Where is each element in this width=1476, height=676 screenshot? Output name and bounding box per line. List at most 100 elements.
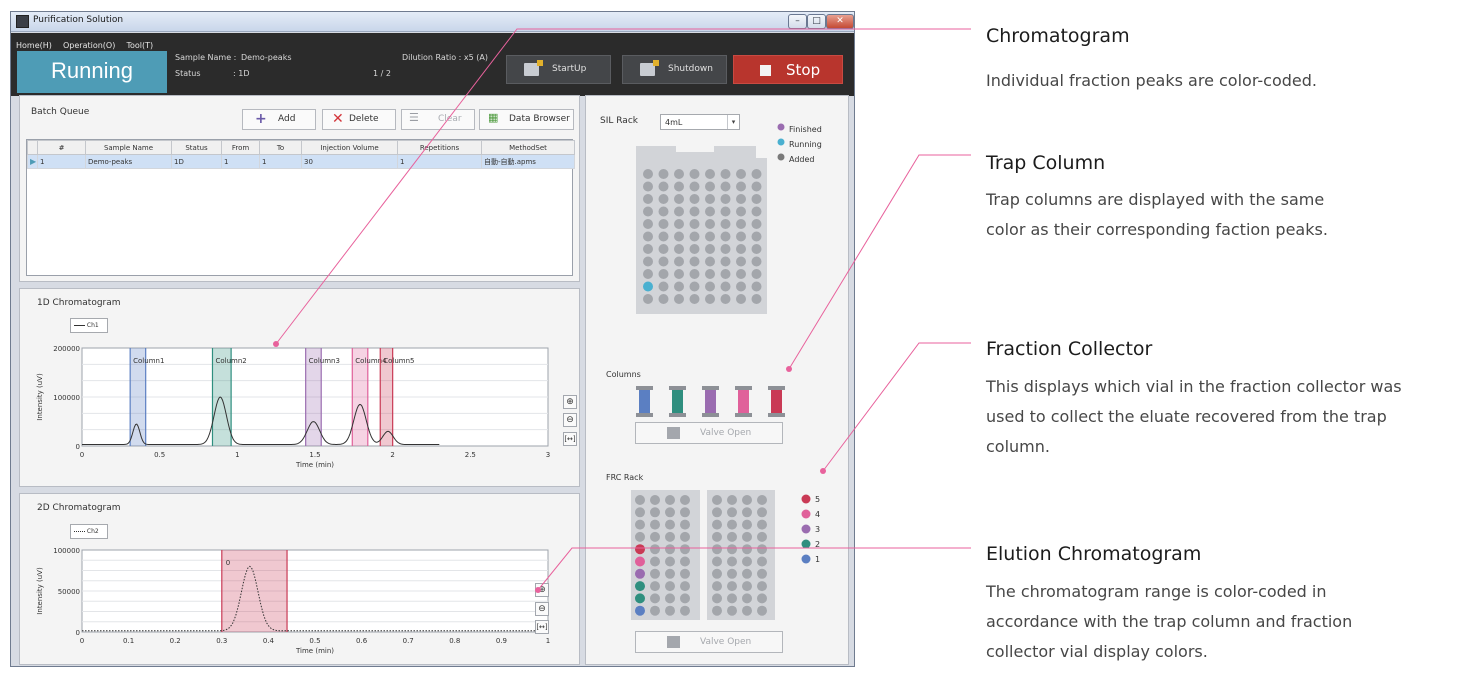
- y-tick-label: 200000: [53, 345, 80, 353]
- frc-vial: [712, 605, 722, 616]
- x-tick-label: 2: [390, 451, 394, 459]
- chromatogram-2d-panel: 2D Chromatogram Ch2 0 0 0.1 0.2 0.3 0.4 0.5 0.6…: [19, 493, 580, 665]
- menu-bar: Home(H) Operation(O) Tool(T): [11, 33, 854, 51]
- vial: [736, 256, 746, 267]
- batch-queue-title: Batch Queue: [31, 107, 90, 117]
- progress-count: 1 / 2: [373, 69, 391, 78]
- vial: [658, 169, 669, 179]
- valve-icon: [667, 636, 680, 648]
- col-header-repetitions[interactable]: Repetitions: [397, 140, 482, 155]
- frc-vial: [665, 568, 675, 579]
- x-tick-label: 1.5: [309, 451, 320, 459]
- frc-vial: [727, 581, 737, 592]
- frc-vial: [665, 519, 675, 530]
- col-header-injection-volume[interactable]: Injection Volume: [301, 140, 398, 155]
- chromatogram-2d-chart[interactable]: 00 0.1 0.2 0.3 0.4 0.5 0.6 0.7 0.8 0.9 10500001000…: [20, 494, 579, 664]
- frc-valve-open-button[interactable]: Valve Open: [635, 631, 783, 653]
- trap-column-base: [636, 413, 653, 417]
- batch-queue-table[interactable]: # Sample Name Status From To Injection V…: [26, 139, 575, 276]
- chromatogram-1d-chart[interactable]: Column1 Column2 Column3 Column4Column50 0.5 1…: [20, 289, 579, 486]
- frc-legend-dot-icon: [801, 554, 811, 564]
- annotation-line: accordance with the trap column and frac…: [986, 612, 1353, 631]
- col-header-status[interactable]: Status: [171, 140, 222, 155]
- clear-button[interactable]: ☰ Clear: [401, 109, 475, 130]
- annotation-title-elution: Elution Chromatogram: [986, 543, 1202, 565]
- trap-column-cap: [669, 386, 686, 390]
- col-header-from[interactable]: From: [221, 140, 260, 155]
- vial: [751, 294, 762, 304]
- x-tick-label: 0: [80, 637, 84, 645]
- vial: [658, 244, 669, 254]
- trap-column-base: [669, 413, 686, 417]
- rack-graphics: Finished Running Added Columns FRC Rack …: [606, 123, 822, 620]
- frc-vial: [650, 568, 660, 579]
- x-tick-label: 0.5: [309, 637, 320, 645]
- frc-vial: [680, 507, 690, 518]
- frc-vial: [727, 519, 737, 530]
- frc-vial: [665, 593, 675, 604]
- frc-vial: [665, 581, 675, 592]
- add-button[interactable]: + Add: [242, 109, 316, 130]
- frc-vial: [757, 581, 767, 592]
- columns-valve-open-label: Valve Open: [700, 428, 752, 438]
- stop-button[interactable]: Stop: [733, 55, 843, 84]
- frc-vial: [650, 531, 660, 542]
- minimize-button[interactable]: –: [788, 14, 807, 29]
- zoom-out-icon[interactable]: ⊖: [535, 602, 549, 616]
- frc-vial: [680, 531, 690, 542]
- y-axis-label: Intensity (uV): [36, 567, 44, 615]
- annotation-title-chromatogram: Chromatogram: [986, 25, 1130, 47]
- col-header-methodset[interactable]: MethodSet: [481, 140, 575, 155]
- delete-button[interactable]: ✕ Delete: [322, 109, 396, 130]
- frc-vial: [727, 531, 737, 542]
- frc-vial: [680, 556, 690, 567]
- vial: [658, 206, 669, 217]
- frc-vial: [635, 495, 645, 505]
- vial: [705, 206, 715, 217]
- frc-legend-5: 5: [815, 495, 820, 504]
- shutdown-icon: [640, 60, 659, 76]
- vial: [705, 269, 715, 279]
- col-header-index[interactable]: #: [37, 140, 86, 155]
- vial: [736, 231, 746, 242]
- vial: [689, 281, 700, 292]
- maximize-button[interactable]: □: [807, 14, 826, 29]
- trap-column-cap: [768, 386, 785, 390]
- zoom-reset-icon[interactable]: [↔]: [563, 432, 577, 446]
- frc-vial-filled: [635, 568, 645, 579]
- frc-vial-filled: [635, 593, 645, 604]
- frc-vial: [727, 593, 737, 604]
- col-header-to[interactable]: To: [259, 140, 302, 155]
- startup-button[interactable]: StartUp: [506, 55, 611, 84]
- data-browser-button[interactable]: ▦ Data Browser: [479, 109, 574, 130]
- col-header-sample-name[interactable]: Sample Name: [85, 140, 172, 155]
- vial: [689, 206, 700, 217]
- annotation-line: collector vial display colors.: [986, 642, 1208, 661]
- vial: [674, 219, 684, 229]
- vial: [736, 269, 746, 279]
- vial: [736, 244, 746, 254]
- x-tick-label: 0.8: [449, 637, 460, 645]
- frc-vial: [742, 495, 752, 505]
- frc-vial: [742, 519, 752, 530]
- x-tick-label: 1: [235, 451, 239, 459]
- y-tick-label: 100000: [53, 547, 80, 555]
- frc-vial: [650, 556, 660, 567]
- zoom-in-icon[interactable]: ⊕: [563, 395, 577, 409]
- shutdown-button[interactable]: Shutdown: [622, 55, 727, 84]
- status-label: Status: [175, 69, 201, 78]
- vial: [751, 281, 762, 292]
- vial: [705, 231, 715, 242]
- trap-column-cap: [636, 386, 653, 390]
- zoom-reset-icon[interactable]: [↔]: [535, 620, 549, 634]
- close-button[interactable]: ✕: [826, 14, 854, 29]
- x-tick-label: 0.7: [403, 637, 414, 645]
- frc-vial: [665, 495, 675, 505]
- frc-vial: [757, 605, 767, 616]
- table-row[interactable]: ▶ 1 Demo-peaks 1D 1 1 30 1 自動-自動.apms: [27, 154, 575, 169]
- zoom-in-icon[interactable]: ⊕: [535, 583, 549, 597]
- x-tick-label: 0.5: [154, 451, 165, 459]
- status-value: : 1D: [233, 69, 250, 78]
- columns-valve-open-button[interactable]: Valve Open: [635, 422, 783, 444]
- zoom-out-icon[interactable]: ⊖: [563, 413, 577, 427]
